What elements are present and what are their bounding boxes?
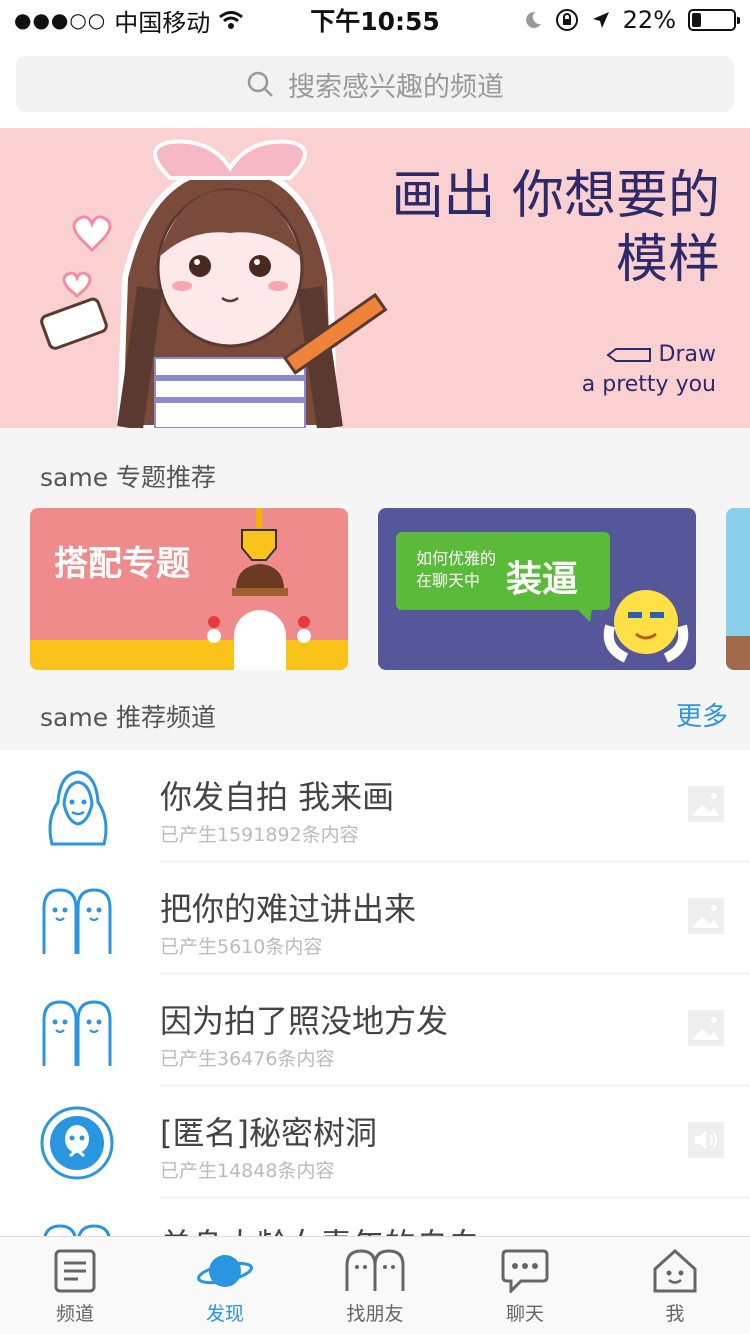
channel-list: 你发自拍 我来画 已产生1591892条内容 把你的难过讲出来 已产生5610条… [0,750,750,1310]
channel-title: [匿名]秘密树洞 [160,1114,377,1152]
banner-title-line2: 模样 [615,230,720,290]
same-ghost-icon [42,1000,112,1066]
signal-strength-icon: ●●●○○ [14,8,107,32]
channel-count: 已产生14848条内容 [160,1160,335,1182]
carrier-name: 中国移动 [114,8,211,37]
status-bar: ●●●○○ 中国移动 下午10:55 22% [0,0,750,40]
claw-machine-illustration [30,508,348,670]
banner-caption-line1: Draw [658,342,716,367]
topic-card-chat-line2: 在聊天中 [416,571,481,590]
rotation-lock-icon [555,9,578,31]
battery-fill [692,13,701,27]
location-arrow-icon [592,12,609,28]
tab-bar: 频道 发现 找朋友 聊天 我 [0,1236,750,1334]
promo-banner[interactable]: 画出 你想要的 模样 Draw a pretty you [0,128,750,428]
topic-card-chat-small-text: 如何优雅的 在聊天中 [416,548,496,592]
topic-card-next[interactable] [726,508,750,670]
status-right: 22% [523,6,740,34]
tab-discover[interactable]: 发现 [150,1237,300,1334]
banner-title: 画出 你想要的 模样 [391,164,720,292]
more-channels-link[interactable]: 更多 [676,696,728,733]
tab-label: 找朋友 [346,1303,404,1325]
channel-row[interactable]: [匿名]秘密树洞 已产生14848条内容 [0,1086,750,1198]
tab-chat[interactable]: 聊天 [450,1237,600,1334]
status-left: ●●●○○ 中国移动 [14,3,244,38]
discover-section: same 专题推荐 搭配专题 如何优雅的 在聊天中 装逼 same 推荐频道 更… [0,428,750,750]
channel-title: 你发自拍 我来画 [160,778,395,816]
tree-hole-icon [40,1106,114,1180]
home-face-icon [653,1249,697,1293]
tab-label: 频道 [55,1303,94,1325]
topics-section-title: same 专题推荐 [40,463,217,492]
planet-icon [197,1255,253,1287]
topic-card-chat-line1: 如何优雅的 [416,549,497,568]
channel-row[interactable]: 你发自拍 我来画 已产生1591892条内容 [0,750,750,862]
topic-card-outfit[interactable]: 搭配专题 [30,508,348,670]
channel-row[interactable]: 因为拍了照没地方发 已产生36476条内容 [0,974,750,1086]
banner-title-line1: 画出 你想要的 [391,166,720,226]
banner-caption-line2: a pretty you [581,372,716,397]
channel-count: 已产生1591892条内容 [160,824,359,846]
topic-card-next-ground [726,636,750,670]
search-icon [247,71,273,97]
battery-icon [688,9,740,31]
image-placeholder-icon [688,1010,724,1046]
same-ghost-icon [42,888,112,954]
friends-icon [345,1249,405,1291]
search-bar[interactable]: 搜索感兴趣的频道 [16,56,734,112]
topic-card-chat-style[interactable]: 如何优雅的 在聊天中 装逼 [378,508,696,670]
tab-channels[interactable]: 频道 [0,1237,150,1334]
tab-label: 发现 [205,1303,244,1325]
topic-card-chat-big-text: 装逼 [506,559,579,600]
image-placeholder-icon [688,786,724,822]
channel-icon [54,1249,96,1293]
tab-find-friends[interactable]: 找朋友 [300,1237,450,1334]
tab-label: 我 [665,1303,685,1325]
image-placeholder-icon [688,898,724,934]
channels-section-title: same 推荐频道 [40,703,217,732]
pencil-outline-icon [605,348,651,362]
channel-count: 已产生5610条内容 [160,936,323,958]
search-placeholder: 搜索感兴趣的频道 [288,71,504,103]
banner-caption: Draw a pretty you [582,340,716,400]
moon-icon [525,11,541,28]
channel-title: 因为拍了照没地方发 [160,1002,449,1040]
audio-placeholder-icon [688,1122,724,1158]
tab-me[interactable]: 我 [600,1237,750,1334]
battery-percent: 22% [622,6,676,34]
banner-illustration [40,139,388,428]
portrait-icon [48,770,108,846]
channel-title: 把你的难过讲出来 [160,890,417,928]
channel-count: 已产生36476条内容 [160,1048,335,1070]
wifi-icon [219,11,244,29]
chat-icon [501,1249,549,1293]
tab-label: 聊天 [505,1303,544,1325]
channel-row[interactable]: 把你的难过讲出来 已产生5610条内容 [0,862,750,974]
